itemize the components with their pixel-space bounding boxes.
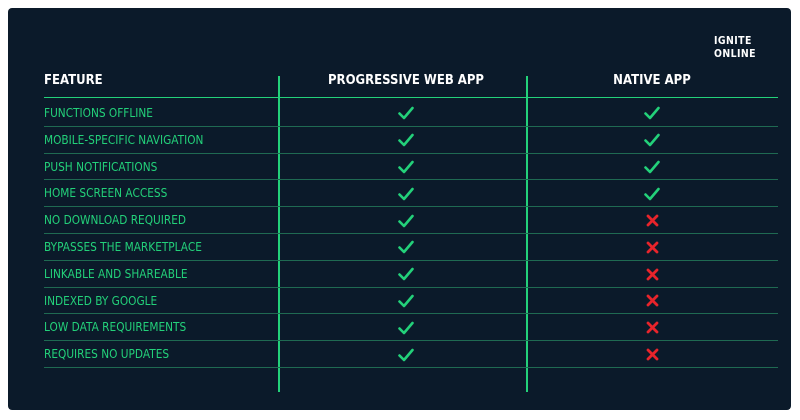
feature-label: INDEXED BY GOOGLE [44, 293, 158, 308]
table-row: HOME SCREEN ACCESS [8, 180, 791, 208]
logo-line-2: ONLINE [714, 47, 756, 60]
check-icon [398, 133, 414, 147]
pwa-cell [290, 314, 522, 341]
native-cell [536, 100, 768, 127]
pwa-cell [290, 127, 522, 154]
check-icon [398, 214, 414, 228]
feature-label: BYPASSES THE MARKETPLACE [44, 239, 202, 254]
pwa-cell [290, 261, 522, 288]
check-icon [644, 160, 660, 174]
table-row: PUSH NOTIFICATIONS [8, 154, 791, 181]
feature-label: MOBILE-SPECIFIC NAVIGATION [44, 132, 204, 147]
check-icon [398, 294, 414, 308]
table-row: INDEXED BY GOOGLE [8, 288, 791, 315]
feature-label: REQUIRES NO UPDATES [44, 347, 170, 362]
native-cell [536, 127, 768, 154]
column-header-native: NATIVE APP [613, 73, 691, 88]
cross-icon [646, 214, 659, 227]
check-icon [398, 348, 414, 362]
pwa-cell [290, 100, 522, 127]
check-icon [398, 187, 414, 201]
comparison-card: IGNITE ONLINE FEATURE PROGRESSIVE WEB AP… [8, 8, 791, 410]
cross-icon [646, 241, 659, 254]
pwa-cell [290, 288, 522, 315]
logo-line-1: IGNITE [714, 34, 752, 47]
table-row: LOW DATA REQUIREMENTS [8, 314, 791, 342]
cross-icon [646, 268, 659, 281]
table-row: MOBILE-SPECIFIC NAVIGATION [8, 127, 791, 154]
ignite-online-logo: IGNITE ONLINE [714, 34, 768, 60]
native-cell [536, 207, 768, 234]
feature-label: LOW DATA REQUIREMENTS [44, 320, 187, 335]
feature-label: PUSH NOTIFICATIONS [44, 159, 158, 174]
pwa-cell [290, 207, 522, 234]
native-cell [536, 180, 768, 207]
feature-table-body: FUNCTIONS OFFLINE MOBILE-SPECIFIC NAVIGAT… [8, 100, 791, 368]
feature-label: NO DOWNLOAD REQUIRED [44, 213, 187, 228]
check-icon [398, 106, 414, 120]
table-row: BYPASSES THE MARKETPLACE [8, 234, 791, 261]
pwa-cell [290, 341, 522, 368]
check-icon [398, 160, 414, 174]
feature-label: LINKABLE AND SHAREABLE [44, 266, 188, 281]
header-divider [44, 97, 778, 98]
table-row: FUNCTIONS OFFLINE [8, 100, 791, 127]
native-cell [536, 234, 768, 261]
table-row: NO DOWNLOAD REQUIRED [8, 207, 791, 234]
table-row: LINKABLE AND SHAREABLE [8, 261, 791, 288]
pwa-cell [290, 180, 522, 207]
native-cell [536, 288, 768, 315]
check-icon [398, 267, 414, 281]
column-header-pwa: PROGRESSIVE WEB APP [327, 73, 485, 88]
row-divider [44, 366, 778, 368]
native-cell [536, 261, 768, 288]
column-header-feature: FEATURE [44, 73, 103, 88]
cross-icon [646, 348, 659, 361]
native-cell [536, 154, 768, 181]
check-icon [644, 133, 660, 147]
cross-icon [646, 321, 659, 334]
check-icon [644, 106, 660, 120]
check-icon [398, 240, 414, 254]
native-cell [536, 314, 768, 341]
table-row: REQUIRES NO UPDATES [8, 341, 791, 368]
feature-label: FUNCTIONS OFFLINE [44, 106, 153, 120]
native-cell [536, 341, 768, 368]
feature-label: HOME SCREEN ACCESS [44, 186, 168, 201]
check-icon [398, 321, 414, 335]
cross-icon [646, 294, 659, 307]
check-icon [644, 187, 660, 201]
pwa-cell [290, 234, 522, 261]
pwa-cell [290, 154, 522, 181]
